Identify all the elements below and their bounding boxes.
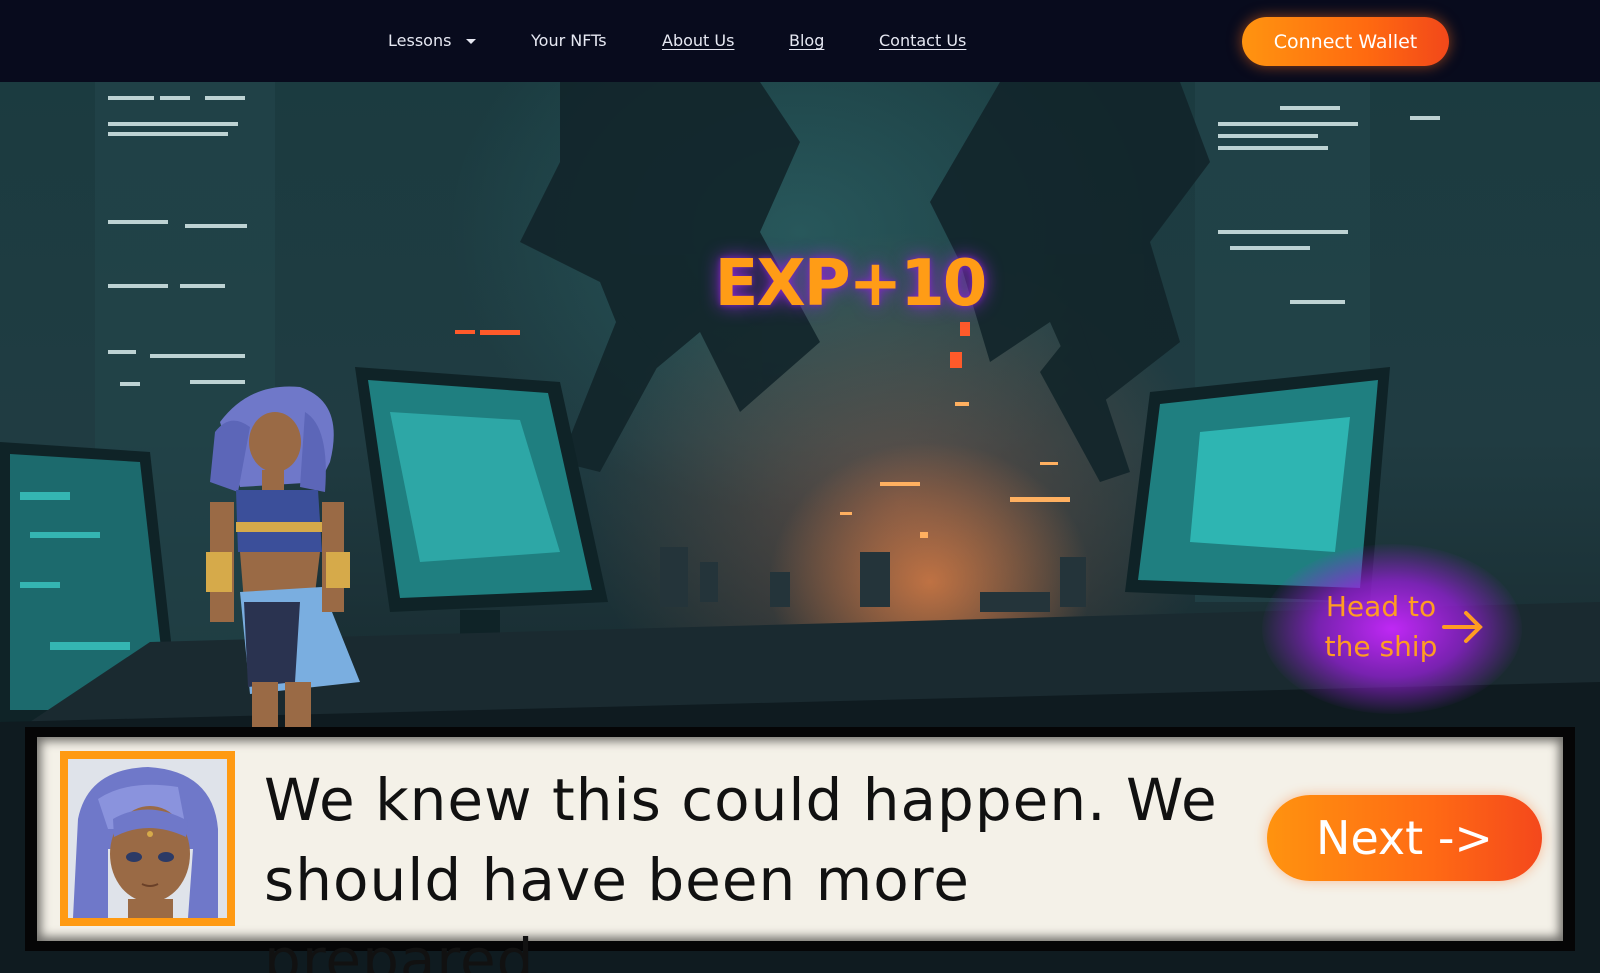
nav-blog[interactable]: Blog bbox=[789, 31, 824, 50]
dialog-text: We knew this could happen. We should hav… bbox=[264, 766, 1218, 973]
top-navbar: Lessons Your NFTs About Us Blog Contact … bbox=[0, 0, 1600, 82]
nav-your-nfts[interactable]: Your NFTs bbox=[531, 31, 607, 50]
head-to-ship-button[interactable]: Head to the ship bbox=[1300, 587, 1500, 672]
nav-lessons[interactable]: Lessons bbox=[388, 31, 451, 50]
connect-wallet-button[interactable]: Connect Wallet bbox=[1242, 17, 1449, 66]
head-to-ship-label: Head to the ship bbox=[1316, 587, 1446, 667]
nav-contact-us[interactable]: Contact Us bbox=[879, 31, 966, 50]
character-portrait bbox=[60, 751, 235, 926]
arrow-right-icon bbox=[1442, 611, 1483, 643]
exp-reward-label: EXP+10 bbox=[714, 247, 988, 321]
nav-about-us[interactable]: About Us bbox=[662, 31, 734, 50]
portrait-icon bbox=[68, 759, 227, 918]
ship-label-line1: Head to bbox=[1325, 590, 1437, 623]
ship-label-line2: the ship bbox=[1324, 630, 1438, 663]
chevron-down-icon[interactable] bbox=[466, 39, 476, 44]
next-button[interactable]: Next -> bbox=[1267, 795, 1542, 881]
